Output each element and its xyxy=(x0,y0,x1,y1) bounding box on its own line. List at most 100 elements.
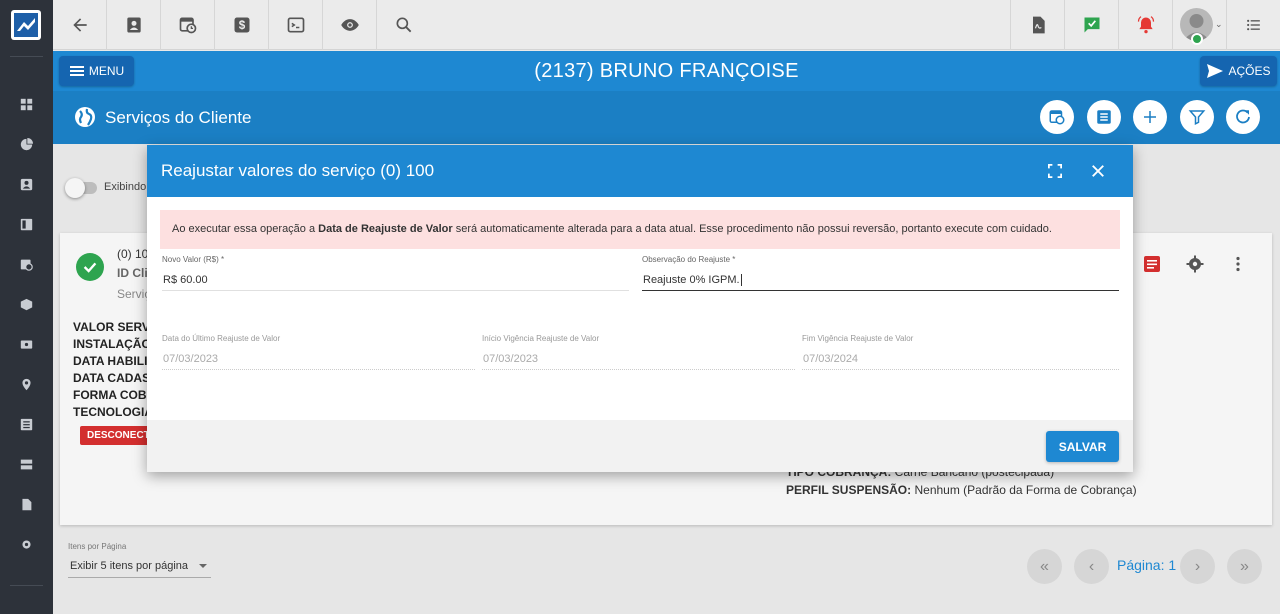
novo-valor-field: Novo Valor (R$) * R$ 60.00 xyxy=(162,255,629,291)
filter-button[interactable] xyxy=(1180,100,1214,134)
finance-button[interactable]: $ xyxy=(215,0,269,50)
hamburger-icon xyxy=(69,66,84,76)
items-per-page-label: Itens por Página xyxy=(68,542,127,551)
list-menu-icon xyxy=(1246,19,1260,31)
settings-button[interactable] xyxy=(1186,255,1204,273)
eye-icon xyxy=(340,19,359,31)
novo-valor-label: Novo Valor (R$) * xyxy=(162,255,225,264)
observacao-label: Observação do Reajuste * xyxy=(642,255,736,264)
text-cursor: ​ xyxy=(740,274,742,286)
fullscreen-button[interactable] xyxy=(1045,161,1065,181)
alert-text-prefix: Ao executar essa operação a xyxy=(172,223,319,235)
sidebar-item-board[interactable] xyxy=(19,217,34,232)
logo-icon xyxy=(14,13,38,37)
chevron-right-icon: › xyxy=(1194,557,1201,575)
view-button[interactable] xyxy=(323,0,377,50)
sidebar xyxy=(0,0,53,614)
sidebar-item-dashboard[interactable] xyxy=(19,97,34,112)
sidebar-item-finance[interactable] xyxy=(19,337,34,352)
terminal-button[interactable] xyxy=(269,0,323,50)
perfil-suspensao-label: PERFIL SUSPENSÃO: xyxy=(786,483,912,497)
first-page-button[interactable]: « xyxy=(1027,549,1062,584)
save-button[interactable]: SALVAR xyxy=(1046,431,1119,462)
list-icon xyxy=(20,418,33,431)
items-per-page-select[interactable]: Exibir 5 itens por página xyxy=(68,554,211,578)
messages-button[interactable] xyxy=(1064,0,1118,50)
section-header: Serviços do Cliente xyxy=(53,91,1280,144)
sidebar-item-clients[interactable] xyxy=(19,177,34,192)
fim-vigencia-field: Fim Vigência Reajuste de Valor 07/03/202… xyxy=(802,334,1119,370)
close-button[interactable] xyxy=(1088,161,1108,181)
top-toolbar: $ xyxy=(53,0,1280,50)
prev-page-button[interactable]: ‹ xyxy=(1074,549,1109,584)
document-icon xyxy=(1144,256,1160,272)
sidebar-item-documents[interactable] xyxy=(19,497,34,512)
ultimo-reajuste-field: Data do Último Reajuste de Valor 07/03/2… xyxy=(162,334,475,370)
sidebar-item-list[interactable] xyxy=(19,417,34,432)
back-button[interactable] xyxy=(53,0,107,50)
more-options-button[interactable] xyxy=(1229,255,1247,273)
alert-text-bold: Data de Reajuste de Valor xyxy=(318,223,453,235)
observacao-value: Reajuste 0% IGPM. xyxy=(643,274,740,286)
sidebar-item-network[interactable] xyxy=(19,457,34,472)
app-logo[interactable] xyxy=(11,10,41,40)
document-button[interactable] xyxy=(1143,255,1161,273)
options-button[interactable] xyxy=(1226,0,1280,50)
sidebar-item-map[interactable] xyxy=(19,377,34,392)
actions-button-label: AÇÕES xyxy=(1228,64,1271,78)
sidebar-item-schedule[interactable] xyxy=(19,257,34,272)
contacts-button[interactable] xyxy=(107,0,161,50)
client-name: (2137) BRUNO FRANÇOISE xyxy=(534,60,799,82)
sidebar-item-reports[interactable] xyxy=(19,137,34,152)
schedule-button[interactable] xyxy=(161,0,215,50)
sidebar-divider xyxy=(10,56,43,57)
service-title: (0) 10 xyxy=(117,247,149,261)
refresh-button[interactable] xyxy=(1226,100,1260,134)
service-subtitle: Serviç xyxy=(117,287,151,301)
ultimo-reajuste-label: Data do Último Reajuste de Valor xyxy=(162,334,281,343)
inicio-vigencia-input: 07/03/2023 xyxy=(482,348,795,370)
sidebar-item-settings[interactable] xyxy=(19,537,34,552)
schedule-action-button[interactable] xyxy=(1040,100,1074,134)
notifications-button[interactable] xyxy=(1118,0,1172,50)
bell-alert-icon xyxy=(1137,16,1154,34)
pdf-button[interactable] xyxy=(1010,0,1064,50)
grid-icon xyxy=(20,98,33,111)
contact-card-icon xyxy=(126,17,141,33)
actions-button[interactable]: AÇÕES xyxy=(1200,56,1277,86)
novo-valor-input[interactable]: R$ 60.00 xyxy=(162,269,629,291)
perfil-suspensao: PERFIL SUSPENSÃO: Nenhum (Padrão da Form… xyxy=(786,483,1137,497)
search-button[interactable] xyxy=(377,0,431,50)
next-page-button[interactable]: › xyxy=(1180,549,1215,584)
page-indicator: Página: 1 xyxy=(1117,557,1177,573)
page-title: Serviços do Cliente xyxy=(105,108,252,127)
svg-text:$: $ xyxy=(238,19,245,32)
list-view-button[interactable] xyxy=(1087,100,1121,134)
terminal-icon xyxy=(287,17,304,33)
menu-button[interactable]: MENU xyxy=(59,56,134,86)
alert-text-suffix: será automaticamente alterada para a dat… xyxy=(452,223,1052,235)
document-icon xyxy=(22,498,32,511)
perfil-suspensao-value: Nenhum (Padrão da Forma de Cobrança) xyxy=(914,483,1137,497)
inicio-vigencia-field: Início Vigência Reajuste de Valor 07/03/… xyxy=(482,334,795,370)
menu-button-label: MENU xyxy=(88,64,125,78)
dialog-footer: SALVAR xyxy=(147,420,1133,472)
items-per-page-value: Exibir 5 itens por página xyxy=(70,560,189,572)
chevron-down-icon: ⌄ xyxy=(1215,19,1223,29)
money-icon xyxy=(20,340,33,349)
double-chevron-left-icon: « xyxy=(1040,557,1049,575)
gear-icon xyxy=(1186,255,1204,273)
last-page-button[interactable]: » xyxy=(1227,549,1262,584)
arrow-left-icon xyxy=(72,18,87,32)
sidebar-item-products[interactable] xyxy=(19,297,34,312)
toggle-knob[interactable] xyxy=(65,178,85,198)
board-icon xyxy=(20,218,33,231)
filter-icon xyxy=(1188,110,1206,125)
dollar-icon: $ xyxy=(234,17,249,33)
calendar-clock-icon xyxy=(1049,110,1065,125)
search-icon xyxy=(396,17,412,33)
more-vertical-icon xyxy=(1236,256,1240,272)
add-button[interactable] xyxy=(1133,100,1167,134)
observacao-input[interactable]: Reajuste 0% IGPM.​ xyxy=(642,269,1119,291)
dialog-header: Reajustar valores do serviço (0) 100 xyxy=(147,145,1133,197)
